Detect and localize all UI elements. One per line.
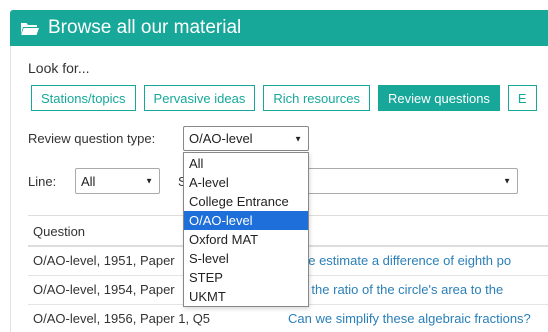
line-label: Line:	[28, 174, 57, 189]
table-row: O/AO-level, 1956, Paper 1, Q5 Can we sim…	[28, 305, 548, 332]
row-link[interactable]: at's the ratio of the circle's area to t…	[288, 282, 503, 297]
panel-header: Browse all our material	[10, 10, 548, 46]
row-link[interactable]: Can we simplify these algebraic fraction…	[288, 311, 531, 326]
line-value: All	[81, 173, 96, 189]
chevron-down-icon: ▼	[294, 134, 302, 143]
look-for-label: Look for...	[28, 60, 90, 76]
row-question: O/AO-level, 1954, Paper	[33, 282, 175, 297]
option-all[interactable]: All	[184, 154, 308, 173]
folder-open-icon	[20, 21, 40, 36]
panel-title: Browse all our material	[48, 17, 242, 38]
option-s-level[interactable]: S-level	[184, 249, 308, 268]
option-oxford-mat[interactable]: Oxford MAT	[184, 230, 308, 249]
chevron-down-icon: ▼	[145, 176, 153, 186]
column-header-question: Question	[33, 224, 86, 239]
tab-stations-topics[interactable]: Stations/topics	[31, 85, 136, 111]
review-type-value: O/AO-level	[189, 131, 253, 146]
row-question: O/AO-level, 1956, Paper 1, Q5	[33, 311, 211, 326]
option-a-level[interactable]: A-level	[184, 173, 308, 192]
tab-e[interactable]: E	[507, 85, 537, 111]
line-select[interactable]: All ▼	[75, 168, 160, 194]
option-ukmt[interactable]: UKMT	[184, 287, 308, 306]
resource-tabs: Stations/topics Pervasive ideas Rich res…	[31, 85, 545, 111]
row-link[interactable]: n we estimate a difference of eighth po	[288, 253, 511, 268]
tab-pervasive-ideas[interactable]: Pervasive ideas	[143, 85, 256, 111]
option-step[interactable]: STEP	[184, 268, 308, 287]
tab-review-questions[interactable]: Review questions	[378, 85, 500, 111]
station-select[interactable]: ▼	[306, 168, 518, 194]
review-type-label: Review question type:	[28, 131, 156, 146]
option-o-ao-level[interactable]: O/AO-level	[184, 211, 308, 230]
review-type-select[interactable]: O/AO-level ▼	[183, 126, 309, 151]
row-question: O/AO-level, 1951, Paper	[33, 253, 175, 268]
chevron-down-icon: ▼	[503, 176, 511, 186]
review-type-dropdown: All A-level College Entrance O/AO-level …	[183, 152, 309, 307]
tab-rich-resources[interactable]: Rich resources	[263, 85, 371, 111]
option-college-entrance[interactable]: College Entrance	[184, 192, 308, 211]
